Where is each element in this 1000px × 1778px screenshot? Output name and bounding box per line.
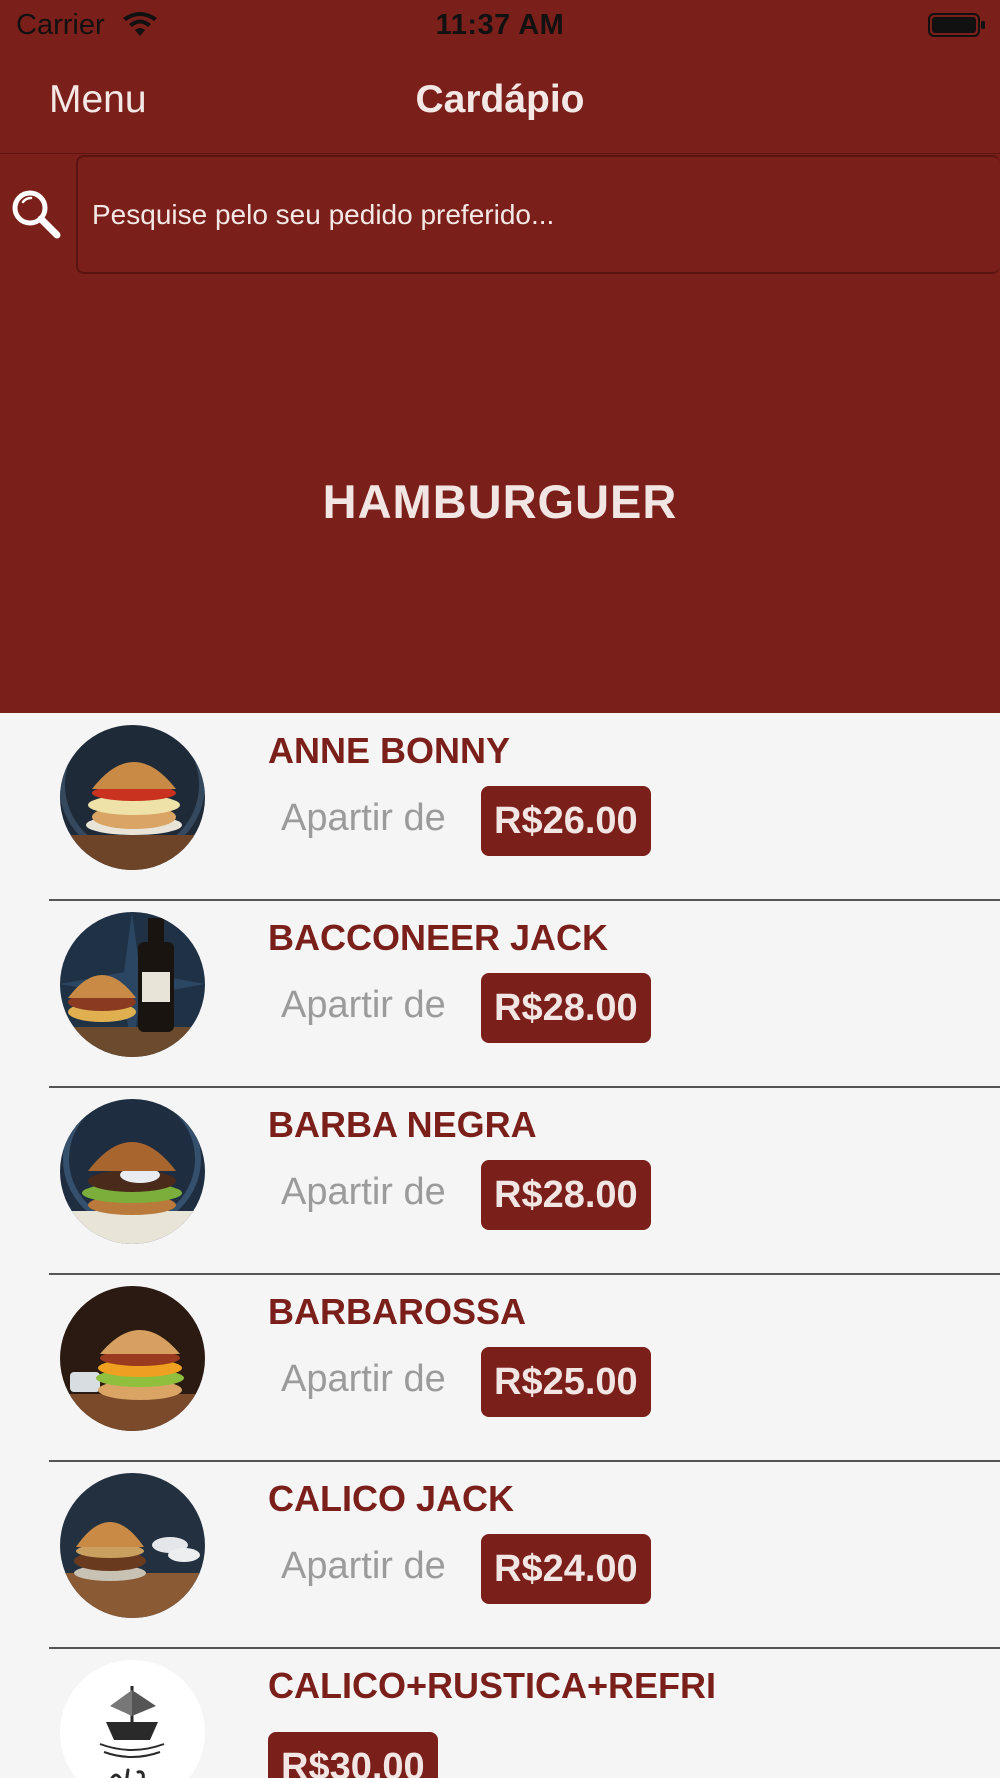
item-name: BARBA NEGRA	[268, 1104, 537, 1145]
list-item[interactable]: BACCONEER JACK Apartir de R$28.00	[0, 900, 1000, 1088]
item-thumbnail	[60, 1660, 205, 1778]
battery-icon	[928, 13, 985, 37]
list-item[interactable]: CALICO+RUSTICA+REFRI R$30.00	[0, 1648, 1000, 1778]
item-from-label: Apartir de	[281, 1545, 446, 1587]
burger-photo-icon	[60, 1099, 205, 1244]
list-item[interactable]: ANNE BONNY Apartir de R$26.00	[0, 713, 1000, 901]
clock: 11:37 AM	[435, 9, 565, 41]
item-price: R$25.00	[481, 1347, 651, 1417]
status-bar: Carrier 11:37 AM	[0, 0, 1000, 50]
the-ship-logo-icon	[60, 1660, 205, 1778]
navigation-bar: Menu Cardápio	[0, 52, 1000, 154]
item-from-label: Apartir de	[281, 1171, 446, 1213]
item-price: R$26.00	[481, 786, 651, 856]
item-name: CALICO+RUSTICA+REFRI	[268, 1665, 717, 1706]
header-area: Carrier 11:37 AM Menu Cardápio HAMBURGUE…	[0, 0, 1000, 713]
category-title: HAMBURGUER	[322, 475, 678, 528]
item-name: CALICO JACK	[268, 1478, 515, 1519]
burger-photo-icon	[60, 725, 205, 870]
item-thumbnail	[60, 1473, 205, 1618]
item-from-label: Apartir de	[281, 797, 446, 839]
item-thumbnail	[60, 1099, 205, 1244]
item-price: R$24.00	[481, 1534, 651, 1604]
item-thumbnail	[60, 725, 205, 870]
item-from-label: Apartir de	[281, 1358, 446, 1400]
burger-photo-icon	[60, 1286, 205, 1431]
burger-photo-icon	[60, 1473, 205, 1618]
list-item[interactable]: CALICO JACK Apartir de R$24.00	[0, 1461, 1000, 1649]
list-item[interactable]: BARBA NEGRA Apartir de R$28.00	[0, 1087, 1000, 1275]
item-thumbnail	[60, 1286, 205, 1431]
burger-and-whiskey-photo-icon	[60, 912, 205, 1057]
item-name: BARBAROSSA	[268, 1291, 527, 1332]
item-thumbnail	[60, 912, 205, 1057]
search-input[interactable]	[92, 157, 972, 272]
item-name: ANNE BONNY	[268, 730, 511, 771]
item-price: R$30.00	[268, 1732, 438, 1778]
search-icon[interactable]	[10, 188, 62, 240]
item-price: R$28.00	[481, 973, 651, 1043]
item-name: BACCONEER JACK	[268, 917, 609, 958]
page-title: Cardápio	[415, 78, 585, 121]
search-field[interactable]	[76, 155, 1000, 274]
list-item[interactable]: BARBAROSSA Apartir de R$25.00	[0, 1274, 1000, 1462]
item-from-label: Apartir de	[281, 984, 446, 1026]
item-price: R$28.00	[481, 1160, 651, 1230]
